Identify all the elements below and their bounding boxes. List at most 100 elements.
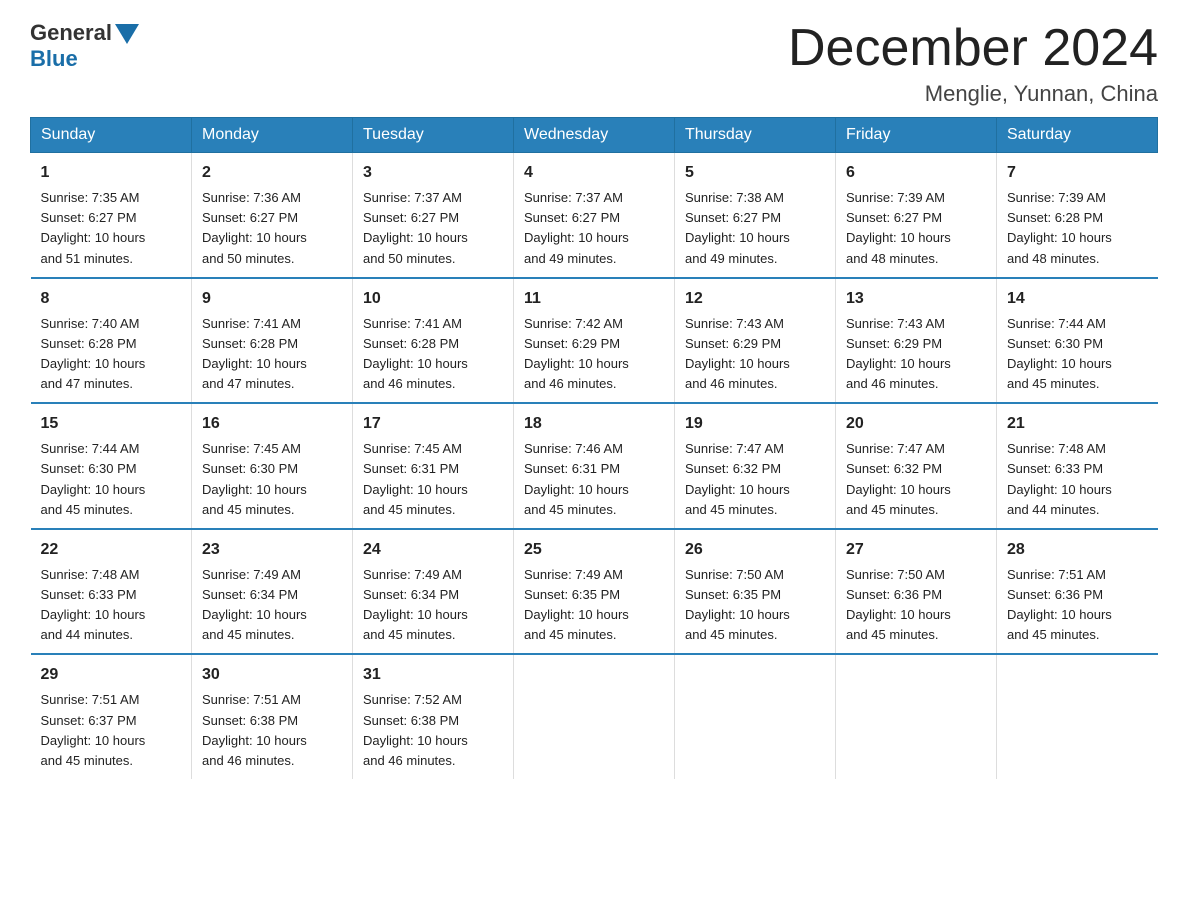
day-number: 24 [363,538,503,562]
calendar-cell: 26 Sunrise: 7:50 AM Sunset: 6:35 PM Dayli… [675,529,836,655]
day-number: 16 [202,412,342,436]
day-info: Sunrise: 7:46 AM Sunset: 6:31 PM Dayligh… [524,441,629,516]
calendar-cell: 27Sunrise: 7:50 AM Sunset: 6:36 PM Dayli… [836,529,997,655]
day-info: Sunrise: 7:51 AM Sunset: 6:37 PM Dayligh… [41,692,146,767]
day-info: Sunrise: 7:37 AM Sunset: 6:27 PM Dayligh… [524,190,629,265]
day-number: 5 [685,161,825,185]
day-number: 11 [524,287,664,311]
calendar-header: SundayMondayTuesdayWednesdayThursdayFrid… [31,118,1158,153]
day-info: Sunrise: 7:50 AM Sunset: 6:36 PM Dayligh… [846,567,951,642]
day-info: Sunrise: 7:43 AM Sunset: 6:29 PM Dayligh… [846,316,951,391]
calendar-cell: 7 Sunrise: 7:39 AM Sunset: 6:28 PM Daylig… [997,153,1158,278]
month-title: December 2024 [788,20,1158,77]
day-number: 13 [846,287,986,311]
day-info: Sunrise: 7:49 AM Sunset: 6:34 PM Dayligh… [202,567,307,642]
day-info: Sunrise: 7:49 AM Sunset: 6:35 PM Dayligh… [524,567,629,642]
day-number: 2 [202,161,342,185]
logo-blue-text: Blue [30,46,78,72]
calendar-cell: 4 Sunrise: 7:37 AM Sunset: 6:27 PM Daylig… [514,153,675,278]
calendar-cell: 5 Sunrise: 7:38 AM Sunset: 6:27 PM Daylig… [675,153,836,278]
calendar-cell [514,654,675,779]
day-number: 18 [524,412,664,436]
location: Menglie, Yunnan, China [788,81,1158,107]
day-number: 6 [846,161,986,185]
day-info: Sunrise: 7:35 AM Sunset: 6:27 PM Dayligh… [41,190,146,265]
day-info: Sunrise: 7:43 AM Sunset: 6:29 PM Dayligh… [685,316,790,391]
calendar-cell: 21 Sunrise: 7:48 AM Sunset: 6:33 PM Dayli… [997,403,1158,529]
day-info: Sunrise: 7:51 AM Sunset: 6:36 PM Dayligh… [1007,567,1112,642]
calendar-cell: 14 Sunrise: 7:44 AM Sunset: 6:30 PM Dayli… [997,278,1158,404]
calendar-cell: 1 Sunrise: 7:35 AM Sunset: 6:27 PM Daylig… [31,153,192,278]
day-info: Sunrise: 7:39 AM Sunset: 6:28 PM Dayligh… [1007,190,1112,265]
day-info: Sunrise: 7:45 AM Sunset: 6:30 PM Dayligh… [202,441,307,516]
calendar-row: 15Sunrise: 7:44 AM Sunset: 6:30 PM Dayli… [31,403,1158,529]
calendar-cell: 13 Sunrise: 7:43 AM Sunset: 6:29 PM Dayli… [836,278,997,404]
calendar-cell: 25 Sunrise: 7:49 AM Sunset: 6:35 PM Dayli… [514,529,675,655]
header-cell-sunday: Sunday [31,118,192,153]
calendar-cell: 22Sunrise: 7:48 AM Sunset: 6:33 PM Dayli… [31,529,192,655]
calendar-cell: 24Sunrise: 7:49 AM Sunset: 6:34 PM Dayli… [353,529,514,655]
day-info: Sunrise: 7:38 AM Sunset: 6:27 PM Dayligh… [685,190,790,265]
day-info: Sunrise: 7:39 AM Sunset: 6:27 PM Dayligh… [846,190,951,265]
calendar-cell: 23 Sunrise: 7:49 AM Sunset: 6:34 PM Dayli… [192,529,353,655]
day-number: 21 [1007,412,1148,436]
day-number: 25 [524,538,664,562]
day-number: 7 [1007,161,1148,185]
day-number: 3 [363,161,503,185]
day-number: 29 [41,663,182,687]
calendar-cell: 8Sunrise: 7:40 AM Sunset: 6:28 PM Daylig… [31,278,192,404]
calendar-cell [836,654,997,779]
calendar-cell: 3Sunrise: 7:37 AM Sunset: 6:27 PM Daylig… [353,153,514,278]
day-info: Sunrise: 7:44 AM Sunset: 6:30 PM Dayligh… [41,441,146,516]
day-number: 20 [846,412,986,436]
calendar-row: 1 Sunrise: 7:35 AM Sunset: 6:27 PM Daylig… [31,153,1158,278]
calendar-cell: 19 Sunrise: 7:47 AM Sunset: 6:32 PM Dayli… [675,403,836,529]
header-cell-wednesday: Wednesday [514,118,675,153]
day-number: 14 [1007,287,1148,311]
day-info: Sunrise: 7:41 AM Sunset: 6:28 PM Dayligh… [202,316,307,391]
day-number: 9 [202,287,342,311]
day-info: Sunrise: 7:40 AM Sunset: 6:28 PM Dayligh… [41,316,146,391]
day-number: 19 [685,412,825,436]
day-info: Sunrise: 7:50 AM Sunset: 6:35 PM Dayligh… [685,567,790,642]
day-info: Sunrise: 7:48 AM Sunset: 6:33 PM Dayligh… [41,567,146,642]
calendar-cell: 28Sunrise: 7:51 AM Sunset: 6:36 PM Dayli… [997,529,1158,655]
calendar-cell: 31 Sunrise: 7:52 AM Sunset: 6:38 PM Dayli… [353,654,514,779]
calendar-row: 29 Sunrise: 7:51 AM Sunset: 6:37 PM Dayli… [31,654,1158,779]
logo-top: General [30,20,139,46]
day-info: Sunrise: 7:51 AM Sunset: 6:38 PM Dayligh… [202,692,307,767]
day-info: Sunrise: 7:45 AM Sunset: 6:31 PM Dayligh… [363,441,468,516]
day-info: Sunrise: 7:47 AM Sunset: 6:32 PM Dayligh… [685,441,790,516]
header-cell-thursday: Thursday [675,118,836,153]
page-header: General Blue December 2024 Menglie, Yunn… [30,20,1158,107]
day-info: Sunrise: 7:42 AM Sunset: 6:29 PM Dayligh… [524,316,629,391]
calendar-cell: 15Sunrise: 7:44 AM Sunset: 6:30 PM Dayli… [31,403,192,529]
calendar-cell: 29 Sunrise: 7:51 AM Sunset: 6:37 PM Dayli… [31,654,192,779]
header-cell-friday: Friday [836,118,997,153]
calendar-row: 22Sunrise: 7:48 AM Sunset: 6:33 PM Dayli… [31,529,1158,655]
day-number: 4 [524,161,664,185]
calendar-cell: 2Sunrise: 7:36 AM Sunset: 6:27 PM Daylig… [192,153,353,278]
day-number: 12 [685,287,825,311]
day-number: 23 [202,538,342,562]
calendar-cell: 11 Sunrise: 7:42 AM Sunset: 6:29 PM Dayli… [514,278,675,404]
calendar-cell: 20 Sunrise: 7:47 AM Sunset: 6:32 PM Dayli… [836,403,997,529]
logo: General Blue [30,20,139,72]
calendar-cell [997,654,1158,779]
day-number: 31 [363,663,503,687]
day-number: 26 [685,538,825,562]
title-block: December 2024 Menglie, Yunnan, China [788,20,1158,107]
logo-triangle-icon [115,24,139,44]
day-info: Sunrise: 7:44 AM Sunset: 6:30 PM Dayligh… [1007,316,1112,391]
day-info: Sunrise: 7:47 AM Sunset: 6:32 PM Dayligh… [846,441,951,516]
calendar-cell: 6 Sunrise: 7:39 AM Sunset: 6:27 PM Daylig… [836,153,997,278]
day-info: Sunrise: 7:48 AM Sunset: 6:33 PM Dayligh… [1007,441,1112,516]
day-info: Sunrise: 7:52 AM Sunset: 6:38 PM Dayligh… [363,692,468,767]
calendar-table: SundayMondayTuesdayWednesdayThursdayFrid… [30,117,1158,779]
header-cell-saturday: Saturday [997,118,1158,153]
day-number: 1 [41,161,182,185]
day-info: Sunrise: 7:41 AM Sunset: 6:28 PM Dayligh… [363,316,468,391]
calendar-cell: 18 Sunrise: 7:46 AM Sunset: 6:31 PM Dayli… [514,403,675,529]
day-number: 30 [202,663,342,687]
calendar-cell: 17Sunrise: 7:45 AM Sunset: 6:31 PM Dayli… [353,403,514,529]
